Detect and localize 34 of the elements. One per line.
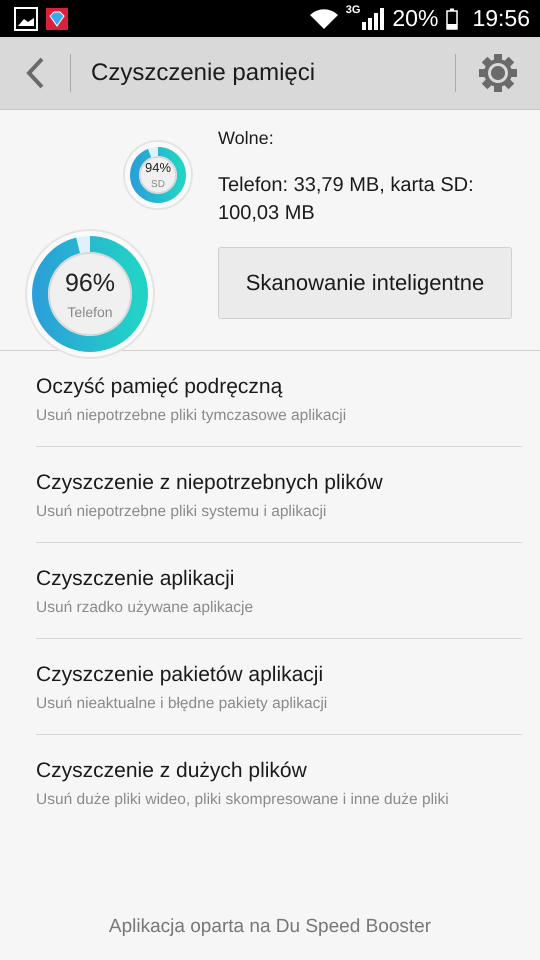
cleanup-option[interactable]: Czyszczenie z niepotrzebnych plików Usuń niepotrzebne pliki systemu i aplikacji [36,447,522,543]
option-description: Usuń duże pliki wideo, pliki skompresowane i inne duże pliki [36,791,450,809]
network-type: 3G [346,4,360,16]
option-title: Czyszczenie z dużych plików [36,759,308,783]
cleanup-option[interactable]: Czyszczenie aplikacji Usuń rzadko używane aplikacje [36,543,522,639]
gauge-label: SD [151,179,165,190]
option-description: Usuń niepotrzebne pliki tymczasowe aplikacji [36,406,348,424]
option-title: Czyszczenie z niepotrzebnych plików [36,470,384,494]
gauge-percent: 94% [144,160,172,175]
cleanup-option[interactable]: Czyszczenie z dużych plików Usuń duże pliki wideo, pliki skompresowane i inne duże pliki [36,735,522,831]
wifi-icon [310,8,338,28]
back-icon [25,57,45,89]
free-space-text: Telefon: 33,79 MB, karta SD: 100,03 MB [218,173,475,226]
free-label: Wolne: [218,128,275,149]
option-description: Usuń rzadko używane aplikacje [36,598,254,616]
option-description: Usuń nieaktualne i błędne pakiety aplikacji [36,694,328,712]
settings-icon [478,53,518,93]
gauge-percent: 96% [64,268,116,298]
screen-title: Czyszczenie pamięci [91,59,316,87]
battery-percent: 20% [392,5,438,32]
signal-icon [362,8,384,30]
battery-icon [446,8,458,30]
gauge-label: Telefon [67,304,113,320]
option-title: Czyszczenie pakietów aplikacji [36,662,324,686]
picture-icon [14,6,38,30]
smart-scan-button[interactable]: Skanowanie inteligentne [218,247,512,319]
gem-app-icon [46,8,68,30]
option-description: Usuń niepotrzebne pliki systemu i aplikacji [36,502,328,520]
footer-text: Aplikacja oparta na Du Speed Booster [108,916,432,937]
cleanup-option[interactable]: Oczyść pamięć podręczną Usuń niepotrzebne pliki tymczasowe aplikacji [36,351,522,447]
clock: 19:56 [472,5,530,32]
option-title: Czyszczenie aplikacji [36,566,236,590]
option-title: Oczyść pamięć podręczną [36,374,284,398]
cleanup-option[interactable]: Czyszczenie pakietów aplikacji Usuń nieaktualne i błędne pakiety aplikacji [36,639,522,735]
